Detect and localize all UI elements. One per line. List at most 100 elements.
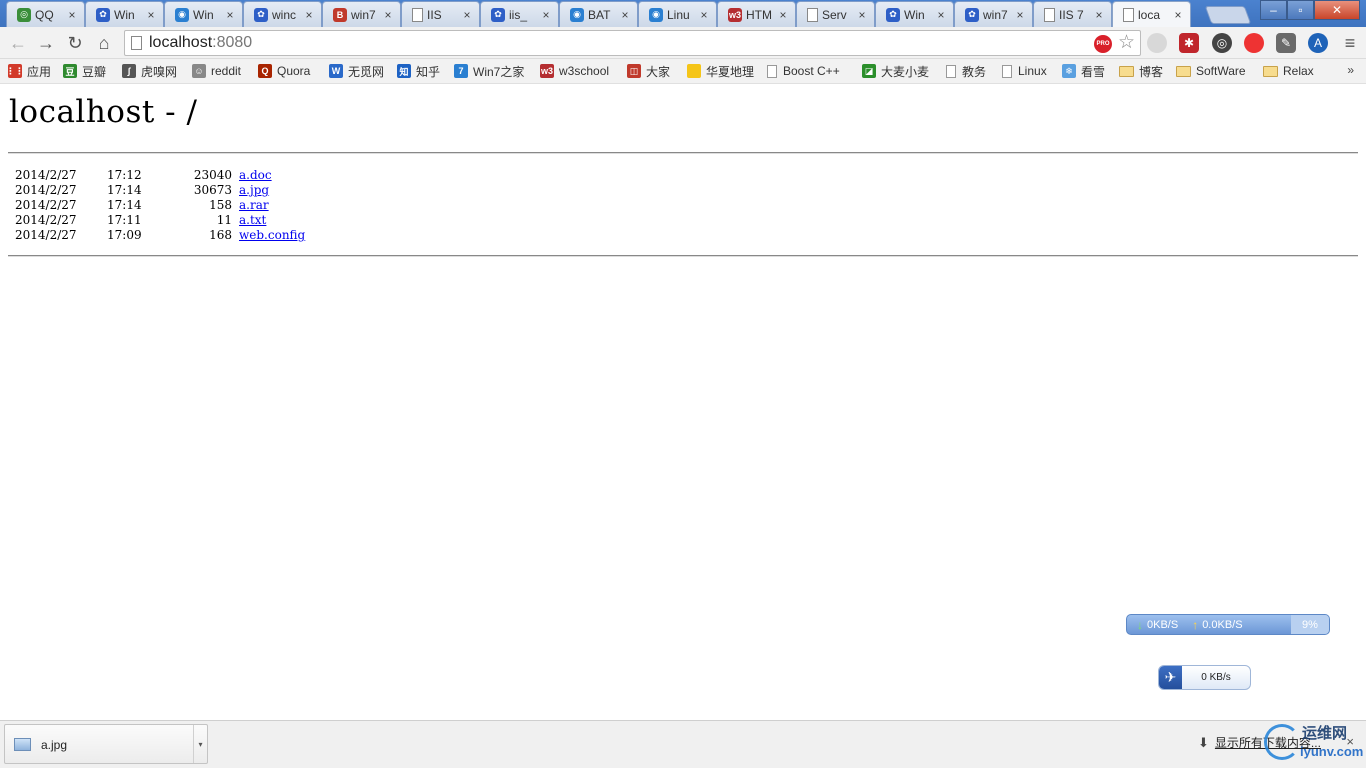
globe-extension-icon[interactable]	[1147, 33, 1167, 53]
bookmark-10[interactable]: 华夏地理	[687, 62, 754, 80]
new-tab-button[interactable]	[1204, 6, 1252, 24]
download-item[interactable]: a.jpg ▾	[4, 724, 208, 764]
tab-0[interactable]: ◎ QQ ×	[6, 1, 85, 27]
cpu-percent: 9%	[1291, 615, 1329, 634]
file-time: 17:14	[107, 198, 142, 212]
tab-close-icon[interactable]: ×	[66, 8, 78, 22]
minimize-button[interactable]: –	[1260, 0, 1287, 20]
bookmark-13[interactable]: 教务	[946, 62, 986, 80]
tab-close-icon[interactable]: ×	[698, 8, 710, 22]
tab-label: IIS	[427, 7, 442, 22]
forward-button[interactable]: →	[34, 31, 58, 55]
tab-close-icon[interactable]: ×	[777, 8, 789, 22]
bookmark-15[interactable]: ❄ 看雪	[1062, 62, 1105, 80]
home-button[interactable]: ⌂	[92, 31, 116, 55]
bookmark-label: Quora	[277, 64, 311, 78]
tab-close-icon[interactable]: ×	[619, 8, 631, 22]
tab-list: ◎ QQ × ✿ Win × ◉ Win × ✿ winc × Bwin7 × IIS × ✿ iis_ × ◉ BAT…	[6, 1, 1191, 27]
tab-close-icon[interactable]: ×	[1172, 8, 1184, 22]
tab-5[interactable]: IIS ×	[401, 1, 480, 27]
bookmark-4[interactable]: Q Quora	[258, 62, 310, 80]
tab-close-icon[interactable]: ×	[935, 8, 947, 22]
download-shelf: a.jpg ▾ ⬇ 显示所有下载内容... ×	[0, 720, 1366, 768]
tab-close-icon[interactable]: ×	[1014, 8, 1026, 22]
file-link[interactable]: a.jpg	[239, 183, 269, 197]
network-speed-widget[interactable]: ↓ 0KB/S ↑ 0.0KB/S 9%	[1126, 614, 1330, 635]
file-link[interactable]: a.rar	[239, 198, 269, 212]
bookmark-3[interactable]: ☺ reddit	[192, 62, 241, 80]
close-window-button[interactable]: ✕	[1314, 0, 1360, 20]
tab-label: Linu	[667, 7, 690, 22]
download-item-menu-button[interactable]: ▾	[193, 725, 207, 763]
bookmark-12[interactable]: ◪ 大麦小麦	[862, 62, 929, 80]
file-time: 17:12	[107, 168, 142, 182]
tab-1[interactable]: ✿ Win ×	[85, 1, 164, 27]
bookmark-11[interactable]: Boost C++	[767, 62, 840, 80]
bookmark-16[interactable]: 博客	[1119, 62, 1163, 80]
tab-12[interactable]: ✿ win7 ×	[954, 1, 1033, 27]
tab-close-icon[interactable]: ×	[856, 8, 868, 22]
bookmark-7[interactable]: 7 Win7之家	[454, 62, 524, 80]
tab-close-icon[interactable]: ×	[461, 8, 473, 22]
feather-extension-icon[interactable]: ✎	[1276, 33, 1296, 53]
page-icon	[1123, 7, 1134, 22]
page-icon	[946, 64, 956, 78]
tab-7[interactable]: ◉ BAT ×	[559, 1, 638, 27]
site-watermark: 运维网 iyunv.com	[1262, 720, 1366, 768]
tab-3[interactable]: ✿ winc ×	[243, 1, 322, 27]
bookmark-9[interactable]: ◫ 大家	[627, 62, 670, 80]
bookmark-6[interactable]: 知知乎	[397, 62, 440, 80]
tab-11[interactable]: ✿ Win ×	[875, 1, 954, 27]
file-time: 17:14	[107, 183, 142, 197]
steering-extension-icon[interactable]: ◎	[1212, 33, 1232, 53]
file-link[interactable]: web.config	[239, 228, 305, 242]
address-url[interactable]: localhost:8080	[149, 34, 252, 52]
tab-6[interactable]: ✿ iis_ ×	[480, 1, 559, 27]
tab-close-icon[interactable]: ×	[1093, 8, 1105, 22]
pro-extension-icon[interactable]: PRO	[1094, 35, 1112, 53]
tab-14[interactable]: loca ×	[1112, 1, 1191, 27]
file-date: 2014/2/27	[15, 183, 77, 197]
menu-button[interactable]: ≡	[1338, 31, 1362, 55]
tab-close-icon[interactable]: ×	[382, 8, 394, 22]
bookmark-17[interactable]: SoftWare	[1176, 62, 1246, 80]
red-blob-extension-icon[interactable]	[1244, 33, 1264, 53]
tab-close-icon[interactable]: ×	[303, 8, 315, 22]
bookmark-label: 华夏地理	[706, 64, 755, 79]
speed-accelerator-widget[interactable]: ✈ 0 KB/s	[1158, 665, 1251, 690]
damai-icon: ◪	[862, 64, 876, 78]
maximize-button[interactable]: ▫	[1287, 0, 1314, 20]
tab-10[interactable]: Serv ×	[796, 1, 875, 27]
tab-close-icon[interactable]: ×	[224, 8, 236, 22]
bookmark-label: 知乎	[416, 64, 441, 79]
tab-close-icon[interactable]: ×	[540, 8, 552, 22]
tab-8[interactable]: ◉ Linu ×	[638, 1, 717, 27]
blue-a-extension-icon[interactable]: A	[1308, 33, 1328, 53]
back-button[interactable]: ←	[6, 31, 30, 55]
tab-label: Win	[193, 7, 214, 22]
bookmark-0[interactable]: ⋮⋮ 应用	[6, 62, 51, 80]
tab-label: Win	[904, 7, 925, 22]
file-link[interactable]: a.doc	[239, 168, 272, 182]
tab-4[interactable]: Bwin7 ×	[322, 1, 401, 27]
site-b-icon: B	[333, 7, 347, 22]
url-port: :8080	[212, 34, 253, 51]
red-extension-icon[interactable]: ✱	[1179, 33, 1199, 53]
bookmark-14[interactable]: Linux	[1002, 62, 1047, 80]
bookmark-8[interactable]: w3 w3school	[540, 62, 609, 80]
file-link[interactable]: a.txt	[239, 213, 266, 227]
tab-close-icon[interactable]: ×	[145, 8, 157, 22]
bookmarks-overflow-button[interactable]: »	[1347, 63, 1354, 77]
bookmark-2[interactable]: ∫ 虎嗅网	[122, 62, 177, 80]
tab-2[interactable]: ◉ Win ×	[164, 1, 243, 27]
bookmark-18[interactable]: Relax	[1263, 62, 1314, 80]
globe-icon: ◉	[570, 7, 584, 22]
tab-13[interactable]: IIS 7 ×	[1033, 1, 1112, 27]
bookmark-star-icon[interactable]: ☆	[1118, 31, 1135, 54]
reload-button[interactable]: ↻	[63, 31, 87, 55]
file-listing: 2014/2/27 17:12 23040 a.doc 2014/2/27 17:14 30…	[15, 168, 415, 243]
tab-9[interactable]: w3 HTM ×	[717, 1, 796, 27]
bookmark-1[interactable]: 豆豆瓣	[63, 62, 106, 80]
address-bar[interactable]: localhost:8080 PRO ☆	[124, 30, 1141, 56]
bookmark-5[interactable]: W 无觅网	[329, 62, 384, 80]
